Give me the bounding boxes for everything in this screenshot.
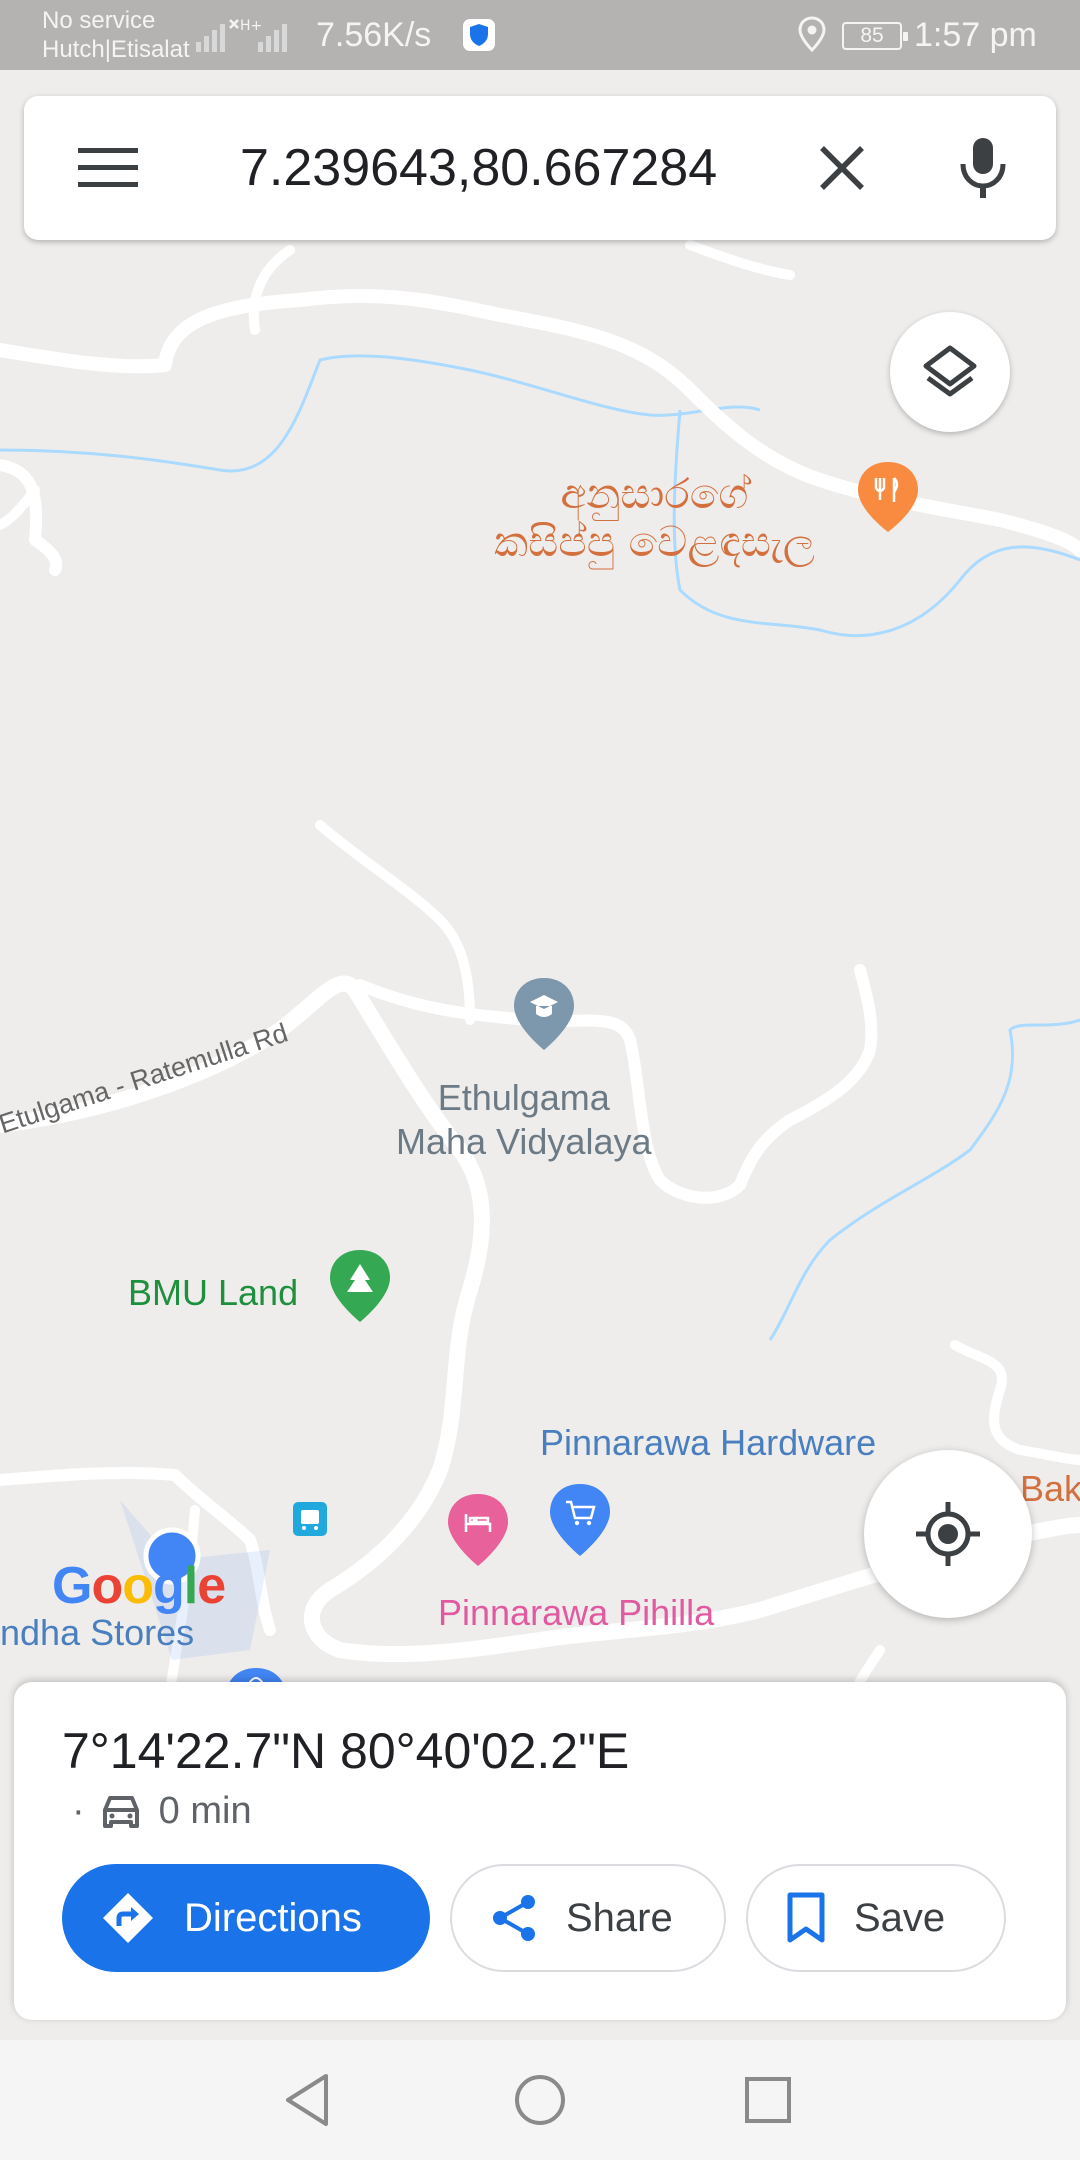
- school-label-line-2: Maha Vidyalaya: [396, 1121, 652, 1162]
- home-icon[interactable]: [512, 2072, 568, 2128]
- carrier-line-1: No service: [42, 7, 156, 34]
- search-bar: [24, 96, 1056, 240]
- bus-stop-icon: [293, 1502, 327, 1536]
- crosshair-location-icon: [916, 1502, 980, 1566]
- carrier-info: No service Hutch|Etisalat: [42, 6, 190, 64]
- save-button[interactable]: Save: [746, 1864, 1006, 1972]
- coordinates-title: 7°14'22.7"N 80°40'02.2"E: [62, 1723, 630, 1779]
- school-label[interactable]: Ethulgama Maha Vidyalaya: [396, 1076, 652, 1164]
- signal-icon: H+: [196, 18, 287, 52]
- directions-label: Directions: [184, 1895, 362, 1940]
- save-label: Save: [854, 1895, 946, 1940]
- battery-indicator: 85: [842, 22, 908, 50]
- back-icon[interactable]: [282, 2072, 332, 2128]
- svg-text:H+: H+: [240, 18, 262, 34]
- share-button[interactable]: Share: [450, 1864, 726, 1972]
- restaurant-label[interactable]: අනුසාරගේ කසිප්පු වෙළඳසැල: [494, 470, 815, 566]
- share-label: Share: [566, 1895, 673, 1940]
- close-icon[interactable]: [814, 140, 870, 196]
- google-logo: Google: [52, 1557, 226, 1615]
- clock: 1:57 pm: [914, 16, 1037, 54]
- carrier-line-2: Hutch|Etisalat: [42, 36, 190, 63]
- hardware-label[interactable]: Pinnarawa Hardware: [540, 1422, 876, 1464]
- microphone-icon[interactable]: [958, 136, 1008, 200]
- restaurant-label-line-1: අනුසාරගේ: [560, 469, 749, 518]
- shield-icon: [463, 19, 495, 51]
- school-label-line-1: Ethulgama: [437, 1077, 610, 1118]
- stores-label[interactable]: ndha Stores: [0, 1612, 194, 1654]
- bak-label[interactable]: Bak: [1020, 1468, 1080, 1510]
- system-nav-bar: [0, 2040, 1080, 2160]
- recent-apps-icon[interactable]: [744, 2076, 792, 2124]
- drive-time: 0 min: [158, 1790, 252, 1832]
- search-input[interactable]: [240, 134, 760, 202]
- place-sheet[interactable]: 7°14'22.7"N 80°40'02.2"E · 0 min Directi…: [14, 1682, 1066, 2020]
- bmu-land-label[interactable]: BMU Land: [128, 1272, 298, 1314]
- drive-time-row: · 0 min: [72, 1790, 252, 1833]
- directions-button[interactable]: Directions: [62, 1864, 430, 1972]
- my-location-button[interactable]: [864, 1450, 1032, 1618]
- share-icon: [493, 1895, 535, 1941]
- network-speed: 7.56K/s: [316, 16, 432, 54]
- pihilla-label[interactable]: Pinnarawa Pihilla: [438, 1592, 714, 1634]
- status-bar: No service Hutch|Etisalat H+ 7.56K/s 85 …: [0, 0, 1080, 70]
- bookmark-icon: [787, 1892, 825, 1943]
- location-status-icon: [798, 16, 826, 52]
- hamburger-menu-icon[interactable]: [78, 144, 138, 192]
- layers-button[interactable]: [890, 312, 1010, 432]
- separator-dot: ·: [72, 1790, 85, 1832]
- restaurant-label-line-2: කසිප්පු වෙළඳසැල: [494, 517, 815, 566]
- layers-icon: [923, 345, 977, 397]
- car-icon: [102, 1795, 139, 1828]
- directions-icon: [103, 1893, 153, 1943]
